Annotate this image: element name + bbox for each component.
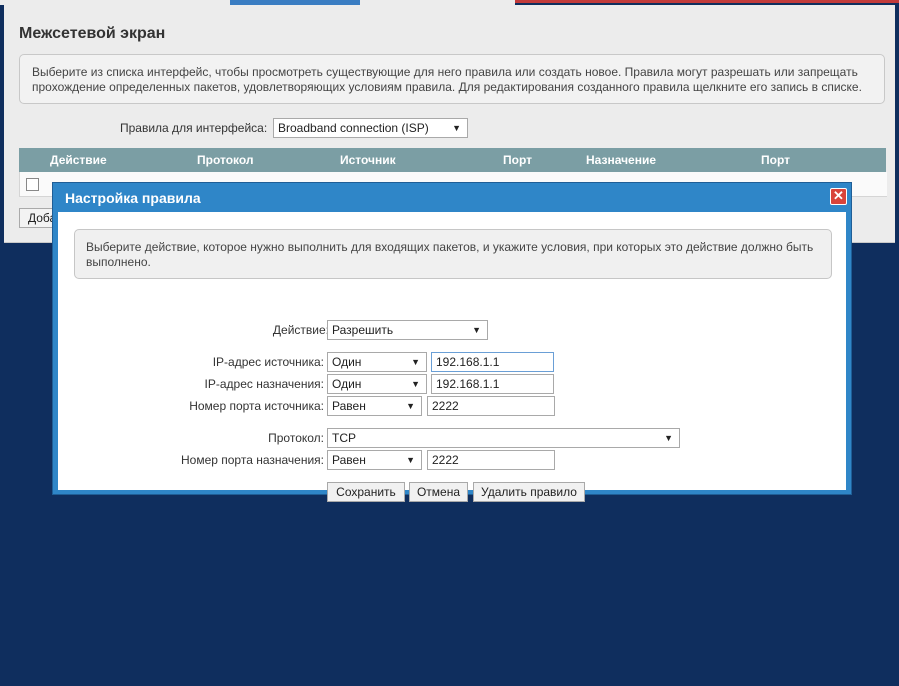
source-port-value: 2222: [432, 399, 459, 413]
page-title: Межсетевой экран: [19, 25, 166, 42]
delete-rule-button[interactable]: Удалить правило: [473, 482, 585, 502]
column-header-action: Действие: [50, 153, 107, 167]
source-ip-mode-select[interactable]: Один ▼: [327, 352, 427, 372]
chevron-down-icon: ▼: [664, 433, 673, 443]
destination-ip-input[interactable]: 192.168.1.1: [431, 374, 554, 394]
column-header-source: Источник: [340, 153, 396, 167]
dialog-title: Настройка правила: [65, 190, 201, 206]
action-select-value: Разрешить: [332, 323, 394, 337]
destination-port-value: 2222: [432, 453, 459, 467]
protocol-select-value: TCP: [332, 431, 356, 445]
column-header-source-port: Порт: [503, 153, 533, 167]
destination-ip-mode-select[interactable]: Один ▼: [327, 374, 427, 394]
top-strip-segment: [515, 0, 899, 3]
source-port-label: Номер порта источника:: [189, 399, 324, 413]
save-button[interactable]: Сохранить: [327, 482, 405, 502]
chevron-down-icon: ▼: [452, 123, 461, 133]
interface-label: Правила для интерфейса:: [120, 121, 268, 135]
protocol-label: Протокол:: [268, 431, 324, 445]
source-ip-value: 192.168.1.1: [436, 355, 500, 369]
source-port-input[interactable]: 2222: [427, 396, 555, 416]
chevron-down-icon: ▼: [406, 401, 415, 411]
column-header-protocol: Протокол: [197, 153, 254, 167]
dialog-info-box: Выберите действие, которое нужно выполни…: [74, 229, 832, 279]
destination-ip-mode-value: Один: [332, 377, 362, 391]
destination-port-input[interactable]: 2222: [427, 450, 555, 470]
source-ip-label: IP-адрес источника:: [212, 355, 324, 369]
column-header-destination: Назначение: [586, 153, 657, 167]
interface-select-value: Broadband connection (ISP): [278, 121, 429, 135]
dialog-body: Выберите действие, которое нужно выполни…: [58, 212, 846, 502]
cancel-button[interactable]: Отмена: [409, 482, 468, 502]
interface-select[interactable]: Broadband connection (ISP) ▼: [273, 118, 468, 138]
action-select[interactable]: Разрешить ▼: [327, 320, 488, 340]
source-ip-mode-value: Один: [332, 355, 362, 369]
column-header-destination-port: Порт: [761, 153, 791, 167]
chevron-down-icon: ▼: [406, 455, 415, 465]
source-port-mode-select[interactable]: Равен ▼: [327, 396, 422, 416]
rules-table-header: Действие Протокол Источник Порт Назначен…: [19, 148, 886, 172]
destination-port-mode-select[interactable]: Равен ▼: [327, 450, 422, 470]
row-checkbox[interactable]: [26, 178, 39, 191]
destination-port-label: Номер порта назначения:: [180, 453, 324, 467]
source-ip-input[interactable]: 192.168.1.1: [431, 352, 554, 372]
page-info-box: Выберите из списка интерфейс, чтобы прос…: [19, 54, 885, 104]
chevron-down-icon: ▼: [472, 325, 481, 335]
close-icon[interactable]: ✕: [830, 188, 847, 205]
chevron-down-icon: ▼: [411, 379, 420, 389]
destination-ip-label: IP-адрес назначения:: [204, 377, 324, 391]
action-label: Действие:: [272, 323, 329, 337]
protocol-select[interactable]: TCP ▼: [327, 428, 680, 448]
source-port-mode-value: Равен: [332, 399, 366, 413]
destination-ip-value: 192.168.1.1: [436, 377, 500, 391]
rule-settings-dialog: Настройка правила ✕ Выберите действие, к…: [52, 182, 852, 502]
chevron-down-icon: ▼: [411, 357, 420, 367]
destination-port-mode-value: Равен: [332, 453, 366, 467]
